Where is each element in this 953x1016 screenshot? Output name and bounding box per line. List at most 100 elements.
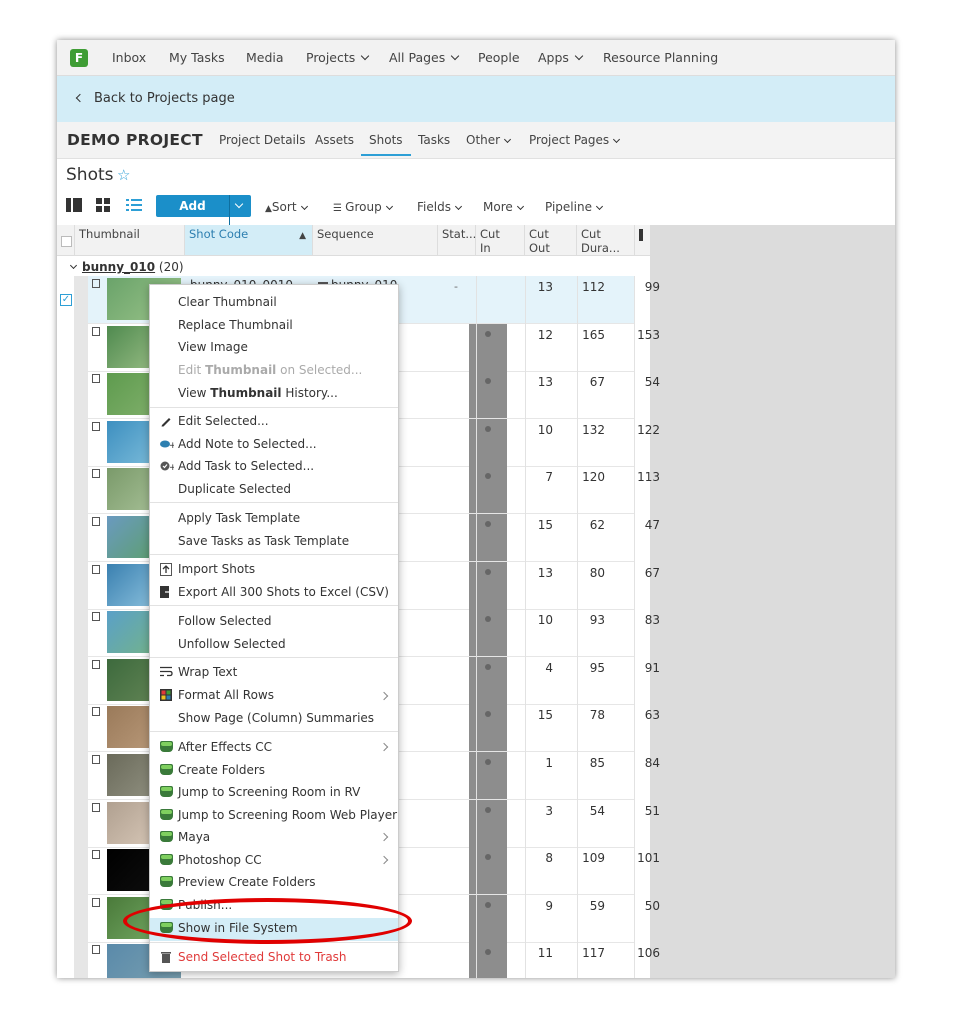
menu-clear-thumbnail[interactable]: Clear Thumbnail xyxy=(178,295,277,309)
menu-unfollow-selected[interactable]: Unfollow Selected xyxy=(178,637,286,651)
nav-resource-planning[interactable]: Resource Planning xyxy=(603,50,718,65)
tab-tasks[interactable]: Tasks xyxy=(418,133,450,147)
first-row-status[interactable]: - xyxy=(454,280,458,293)
status-cell[interactable] xyxy=(469,609,507,657)
cell-cut-out[interactable]: 78 xyxy=(556,708,605,722)
cell-cut-in[interactable]: 13 xyxy=(507,566,553,580)
tab-other[interactable]: Other xyxy=(466,133,512,147)
menu-wrap-text[interactable]: Wrap Text xyxy=(178,665,237,679)
star-icon[interactable]: ☆ xyxy=(117,166,130,184)
tab-project-pages[interactable]: Project Pages xyxy=(529,133,621,147)
cell-cut-in[interactable]: 12 xyxy=(507,328,553,342)
status-cell[interactable] xyxy=(469,466,507,514)
menu-view-thumbnail-history[interactable]: View Thumbnail History... xyxy=(178,386,338,400)
add-column-button[interactable] xyxy=(635,225,650,256)
cell-cut-out[interactable]: 62 xyxy=(556,518,605,532)
thumbnail-view-icon[interactable] xyxy=(96,198,110,212)
status-cell[interactable] xyxy=(469,847,507,895)
select-all-checkbox[interactable] xyxy=(61,236,72,247)
menu-preview-create-folders[interactable]: Preview Create Folders xyxy=(178,875,316,889)
cell-cut-out[interactable]: 80 xyxy=(556,566,605,580)
app-logo[interactable]: F xyxy=(70,49,88,67)
tab-project-details[interactable]: Project Details xyxy=(219,133,305,147)
menu-add-task[interactable]: Add Task to Selected... xyxy=(178,459,314,473)
row-checkbox-checked[interactable]: ✓ xyxy=(60,294,72,306)
nav-projects[interactable]: Projects xyxy=(306,50,370,65)
menu-photoshop[interactable]: Photoshop CC xyxy=(178,853,262,867)
status-cell[interactable] xyxy=(469,799,507,847)
cell-cut-in[interactable]: 10 xyxy=(507,423,553,437)
cell-cut-out[interactable]: 117 xyxy=(556,946,605,960)
cell-cut-in[interactable]: 8 xyxy=(507,851,553,865)
cell-cut-in[interactable]: 15 xyxy=(507,708,553,722)
pipeline-button[interactable]: Pipeline xyxy=(545,200,604,214)
cell-cut-in[interactable]: 1 xyxy=(507,756,553,770)
col-cut-out[interactable]: Cut Out xyxy=(525,225,577,256)
tab-assets[interactable]: Assets xyxy=(315,133,354,147)
status-cell[interactable] xyxy=(469,656,507,704)
nav-all-pages[interactable]: All Pages xyxy=(389,50,460,65)
add-shot-button[interactable]: Add Shot xyxy=(156,195,251,239)
nav-my-tasks[interactable]: My Tasks xyxy=(169,50,225,65)
cell-cut-out[interactable]: 120 xyxy=(556,470,605,484)
detail-view-icon[interactable] xyxy=(66,198,82,212)
cell-cut-in[interactable]: 15 xyxy=(507,518,553,532)
status-cell[interactable] xyxy=(469,704,507,752)
cell-cut-out[interactable]: 112 xyxy=(556,280,605,294)
cell-cut-in[interactable]: 7 xyxy=(507,470,553,484)
menu-save-task-template[interactable]: Save Tasks as Task Template xyxy=(178,534,349,548)
menu-create-folders[interactable]: Create Folders xyxy=(178,763,265,777)
cell-cut-in[interactable]: 3 xyxy=(507,804,553,818)
status-cell[interactable] xyxy=(469,752,507,799)
status-cell[interactable] xyxy=(469,418,507,466)
nav-inbox[interactable]: Inbox xyxy=(112,50,146,65)
cell-cut-in[interactable]: 13 xyxy=(507,280,553,294)
menu-view-image[interactable]: View Image xyxy=(178,340,248,354)
menu-after-effects[interactable]: After Effects CC xyxy=(178,740,272,754)
group-header[interactable]: bunny_010 (20) xyxy=(69,260,184,274)
add-shot-dropdown[interactable] xyxy=(229,195,251,217)
status-cell[interactable] xyxy=(469,942,507,978)
cell-cut-in[interactable]: 4 xyxy=(507,661,553,675)
group-name[interactable]: bunny_010 xyxy=(82,260,155,274)
cell-cut-out[interactable]: 67 xyxy=(556,375,605,389)
group-button[interactable]: ☰ Group xyxy=(333,200,393,214)
menu-export-csv[interactable]: Export All 300 Shots to Excel (CSV) xyxy=(178,585,389,599)
nav-people[interactable]: People xyxy=(478,50,520,65)
back-link[interactable]: Back to Projects page xyxy=(94,91,235,106)
cell-cut-out[interactable]: 93 xyxy=(556,613,605,627)
cell-cut-out[interactable]: 95 xyxy=(556,661,605,675)
col-sequence[interactable]: Sequence xyxy=(313,225,438,256)
col-cut-in[interactable]: Cut In xyxy=(476,225,525,256)
fields-button[interactable]: Fields xyxy=(417,200,462,214)
col-shot-code[interactable]: Shot Code ▲ xyxy=(185,225,313,256)
menu-jump-web-player[interactable]: Jump to Screening Room Web Player xyxy=(178,808,397,822)
sort-button[interactable]: ▲Sort xyxy=(265,200,308,214)
status-cell[interactable] xyxy=(469,894,507,942)
cell-cut-in[interactable]: 11 xyxy=(507,946,553,960)
menu-follow-selected[interactable]: Follow Selected xyxy=(178,614,271,628)
cell-cut-out[interactable]: 59 xyxy=(556,899,605,913)
cell-cut-in[interactable]: 9 xyxy=(507,899,553,913)
list-view-icon[interactable] xyxy=(126,198,142,212)
nav-media[interactable]: Media xyxy=(246,50,284,65)
menu-edit-selected[interactable]: Edit Selected... xyxy=(178,414,269,428)
menu-send-to-trash[interactable]: Send Selected Shot to Trash xyxy=(178,950,347,964)
status-cell[interactable] xyxy=(469,323,507,371)
more-button[interactable]: More xyxy=(483,200,524,214)
cell-cut-out[interactable]: 85 xyxy=(556,756,605,770)
col-status[interactable]: Stat... xyxy=(438,225,476,256)
status-cell[interactable] xyxy=(469,561,507,609)
cell-cut-out[interactable]: 109 xyxy=(556,851,605,865)
menu-format-all-rows[interactable]: Format All Rows xyxy=(178,688,274,702)
cell-cut-in[interactable]: 10 xyxy=(507,613,553,627)
cell-cut-in[interactable]: 13 xyxy=(507,375,553,389)
status-cell[interactable] xyxy=(469,371,507,419)
nav-apps[interactable]: Apps xyxy=(538,50,584,65)
tab-shots[interactable]: Shots xyxy=(361,133,411,156)
menu-replace-thumbnail[interactable]: Replace Thumbnail xyxy=(178,318,293,332)
menu-maya[interactable]: Maya xyxy=(178,830,210,844)
status-cell[interactable] xyxy=(469,514,507,561)
cell-cut-out[interactable]: 165 xyxy=(556,328,605,342)
menu-apply-task-template[interactable]: Apply Task Template xyxy=(178,511,300,525)
